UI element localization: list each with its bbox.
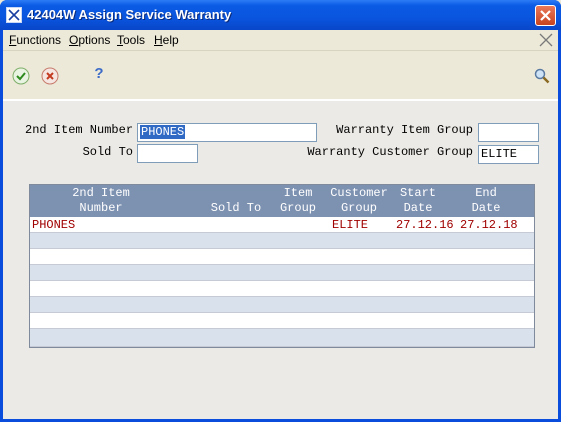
sold-to-input[interactable] [137, 144, 198, 163]
application-window: 42404W Assign Service Warranty Functions… [0, 0, 561, 422]
form-area: 2nd Item Number PHONES Sold To Warranty … [3, 99, 558, 419]
title-bar[interactable]: 42404W Assign Service Warranty [0, 0, 561, 30]
table-row[interactable] [30, 329, 534, 347]
table-row[interactable]: PHONES ELITE 27.12.16 27.12.18 [30, 217, 534, 233]
menu-options[interactable]: Options [69, 33, 110, 47]
cell-customer-group: ELITE [332, 218, 369, 232]
brand-logo-icon [539, 33, 553, 47]
col-header-sold-to[interactable]: Sold To [206, 201, 266, 216]
table-row[interactable] [30, 265, 534, 281]
menu-bar: Functions Options Tools Help [3, 30, 558, 51]
close-icon [540, 10, 551, 21]
warranty-customer-group-input[interactable]: ELITE [478, 145, 539, 164]
menu-functions[interactable]: Functions [9, 33, 61, 47]
grid-header: 2nd Item Number Sold To Item Group Custome… [30, 185, 534, 217]
window-title: 42404W Assign Service Warranty [27, 7, 232, 22]
app-icon [6, 7, 22, 23]
table-row[interactable] [30, 297, 534, 313]
col-header-start-date[interactable]: Start Date [396, 186, 440, 216]
col-header-customer-group[interactable]: Customer Group [328, 186, 390, 216]
item-number-input[interactable]: PHONES [137, 123, 317, 142]
cell-end-date: 27.12.18 [460, 218, 518, 232]
cell-item-number: PHONES [32, 218, 76, 232]
item-number-label: 2nd Item Number [25, 123, 134, 137]
col-header-item-number[interactable]: 2nd Item Number [46, 186, 156, 216]
table-row[interactable] [30, 233, 534, 249]
warranty-customer-group-label: Warranty Customer Group [307, 145, 473, 159]
table-row[interactable] [30, 281, 534, 297]
window-frame: Functions Options Tools Help ? 2nd Item … [3, 30, 558, 419]
ok-check-icon[interactable] [12, 67, 30, 85]
menu-tools[interactable]: Tools [117, 33, 145, 47]
table-row[interactable] [30, 313, 534, 329]
search-icon[interactable] [533, 67, 551, 85]
cell-start-date: 27.12.16 [396, 218, 454, 232]
menu-help[interactable]: Help [154, 33, 179, 47]
warranty-item-group-input[interactable] [478, 123, 539, 142]
table-row[interactable] [30, 249, 534, 265]
sold-to-label: Sold To [82, 145, 133, 159]
col-header-item-group[interactable]: Item Group [278, 186, 318, 216]
warranty-item-group-label: Warranty Item Group [336, 123, 473, 137]
close-button[interactable] [535, 5, 556, 26]
help-icon[interactable]: ? [90, 65, 108, 83]
cancel-x-icon[interactable] [41, 67, 59, 85]
toolbar: ? [3, 51, 558, 99]
col-header-end-date[interactable]: End Date [464, 186, 508, 216]
results-grid: 2nd Item Number Sold To Item Group Custome… [29, 184, 535, 348]
